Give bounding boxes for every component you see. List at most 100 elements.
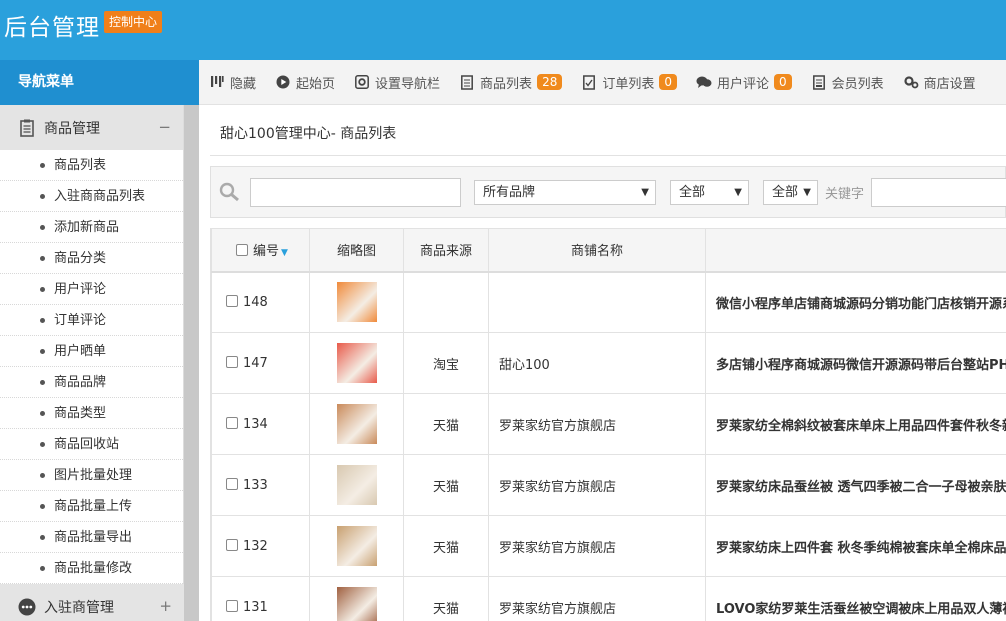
row-checkbox[interactable]	[226, 294, 238, 307]
shop-cell: 罗莱家纺官方旗舰店	[488, 454, 706, 516]
table-row[interactable]: 133 天猫 罗莱家纺官方旗舰店 罗莱家纺床品蚕丝被 透气四季被二合一子母被亲肤蚕丝	[211, 454, 1006, 516]
menu-item-label: 商品分类	[54, 251, 107, 266]
toolbar-label: 商品列表	[480, 76, 533, 92]
sidebar-item-user-showcase[interactable]: 用户晒单	[0, 336, 183, 367]
sidebar-item-merchant-products[interactable]: 入驻商商品列表	[0, 181, 183, 212]
product-thumbnail[interactable]	[336, 587, 377, 621]
top-header: 后台管理 控制中心	[0, 0, 1006, 60]
row-checkbox[interactable]	[226, 416, 238, 429]
toolbar-member-list-button[interactable]: 会员列表	[811, 73, 884, 92]
toolbar-label: 用户评论	[717, 76, 770, 92]
product-thumbnail[interactable]	[336, 526, 377, 566]
filter-select-a[interactable]: 全部 ▼	[670, 180, 749, 205]
source-cell	[403, 271, 489, 333]
menu-item-label: 商品类型	[54, 406, 107, 421]
menu-item-label: 商品列表	[54, 158, 107, 173]
sidebar-item-order-reviews[interactable]: 订单评论	[0, 305, 183, 336]
menu-group-product-management[interactable]: 商品管理 −	[0, 105, 183, 150]
sidebar-item-categories[interactable]: 商品分类	[0, 243, 183, 274]
shop-cell: 甜心100	[488, 332, 706, 394]
sidebar-item-product-list[interactable]: 商品列表	[0, 150, 183, 181]
gear-box-icon	[354, 74, 370, 90]
select-value: 全部	[679, 185, 706, 200]
thumb-cell	[309, 454, 404, 516]
sidebar-item-brands[interactable]: 商品品牌	[0, 367, 183, 398]
expand-icon[interactable]: +	[159, 597, 172, 615]
row-checkbox[interactable]	[226, 355, 238, 368]
product-name-cell[interactable]: 多店铺小程序商城源码微信开源源码带后台整站PHP多	[705, 332, 1006, 394]
shop-settings-icon	[903, 74, 919, 90]
sidebar-item-batch-images[interactable]: 图片批量处理	[0, 460, 183, 491]
product-name-cell[interactable]: LOVO家纺罗莱生活蚕丝被空调被床上用品双人薄被芯	[705, 576, 1006, 621]
product-name-cell[interactable]: 罗莱家纺床品蚕丝被 透气四季被二合一子母被亲肤蚕丝	[705, 454, 1006, 516]
product-name-cell[interactable]: 罗莱家纺全棉斜纹被套床单床上用品四件套件秋冬新品	[705, 393, 1006, 455]
id-column-header[interactable]: 编号 ▼	[211, 228, 310, 273]
product-name-cell[interactable]: 罗莱家纺床上四件套 秋冬季纯棉被套床单全棉床品1.5	[705, 515, 1006, 577]
menu-group-merchant-management[interactable]: 入驻商管理 +	[0, 584, 184, 621]
table-row[interactable]: 147 淘宝 甜心100 多店铺小程序商城源码微信开源源码带后台整站PHP多	[211, 332, 1006, 394]
clipboard-icon	[18, 118, 36, 138]
member-doc-icon	[811, 74, 827, 90]
sidebar-item-add-product[interactable]: 添加新商品	[0, 212, 183, 243]
sidebar-item-batch-edit[interactable]: 商品批量修改	[0, 553, 183, 584]
chat-bubble-icon	[18, 597, 36, 617]
id-cell: 134	[211, 393, 310, 455]
sidebar-item-batch-export[interactable]: 商品批量导出	[0, 522, 183, 553]
product-thumbnail[interactable]	[336, 465, 377, 505]
count-badge: 0	[774, 74, 792, 90]
toolbar-label: 设置导航栏	[375, 76, 441, 92]
toolbar-shop-settings-button[interactable]: 商店设置	[903, 73, 976, 92]
collapse-icon[interactable]: −	[158, 118, 171, 136]
select-value: 全部	[772, 185, 799, 200]
product-thumbnail[interactable]	[336, 404, 377, 444]
source-cell: 天猫	[403, 515, 489, 577]
id-cell: 133	[211, 454, 310, 516]
sidebar-scrollbar[interactable]	[184, 105, 199, 621]
select-all-checkbox[interactable]	[236, 244, 248, 257]
product-name-cell[interactable]: 微信小程序单店铺商城源码分销功能门店核销开源系统	[705, 271, 1006, 333]
count-badge: 0	[659, 74, 677, 90]
row-id: 148	[243, 294, 268, 310]
sort-desc-icon[interactable]: ▼	[281, 248, 288, 258]
sidebar-item-types[interactable]: 商品类型	[0, 398, 183, 429]
menu-item-label: 商品批量导出	[54, 530, 133, 545]
toolbar-user-reviews-button[interactable]: 用户评论 0	[696, 73, 792, 92]
list-doc-icon	[459, 74, 475, 90]
source-cell: 淘宝	[403, 332, 489, 394]
row-checkbox[interactable]	[226, 599, 238, 612]
keyword-label: 关键字	[825, 187, 865, 202]
table-row[interactable]: 131 天猫 罗莱家纺官方旗舰店 LOVO家纺罗莱生活蚕丝被空调被床上用品双人薄被芯	[211, 576, 1006, 621]
row-id: 134	[243, 416, 268, 432]
menu-group-label: 商品管理	[44, 120, 100, 137]
toolbar-nav-settings-button[interactable]: 设置导航栏	[354, 73, 440, 92]
sidebar-item-batch-upload[interactable]: 商品批量上传	[0, 491, 183, 522]
product-thumbnail[interactable]	[336, 282, 377, 323]
toolbar-product-list-button[interactable]: 商品列表 28	[459, 73, 563, 92]
keyword-input[interactable]	[871, 178, 1006, 207]
sidebar-item-recycle-bin[interactable]: 商品回收站	[0, 429, 183, 460]
thumb-cell	[309, 576, 404, 621]
toolbar-order-list-button[interactable]: 订单列表 0	[581, 73, 677, 92]
thumb-cell	[309, 332, 404, 394]
source-cell: 天猫	[403, 454, 489, 516]
table-row[interactable]: 134 天猫 罗莱家纺官方旗舰店 罗莱家纺全棉斜纹被套床单床上用品四件套件秋冬新品	[211, 393, 1006, 455]
sidebar-item-user-reviews[interactable]: 用户评论	[0, 274, 183, 305]
id-cell: 132	[211, 515, 310, 577]
table-row[interactable]: 132 天猫 罗莱家纺官方旗舰店 罗莱家纺床上四件套 秋冬季纯棉被套床单全棉床品1.5	[211, 515, 1006, 577]
toolbar-hide-button[interactable]: 隐藏	[209, 73, 256, 92]
filter-select-b[interactable]: 全部 ▼	[763, 180, 818, 205]
row-id: 132	[243, 538, 268, 554]
row-checkbox[interactable]	[226, 477, 238, 490]
bars-icon	[209, 74, 225, 90]
toolbar-label: 会员列表	[831, 76, 884, 92]
row-checkbox[interactable]	[226, 538, 238, 551]
menu-item-label: 入驻商商品列表	[54, 189, 146, 204]
product-thumbnail[interactable]	[336, 343, 377, 383]
control-center-badge[interactable]: 控制中心	[104, 11, 163, 33]
search-icon[interactable]	[219, 182, 241, 206]
search-input[interactable]	[250, 178, 461, 207]
header-label: 编号	[253, 244, 280, 260]
table-row[interactable]: 148 微信小程序单店铺商城源码分销功能门店核销开源系统	[211, 271, 1006, 333]
toolbar-home-button[interactable]: 起始页	[275, 73, 335, 92]
brand-select[interactable]: 所有品牌 ▼	[474, 180, 656, 205]
